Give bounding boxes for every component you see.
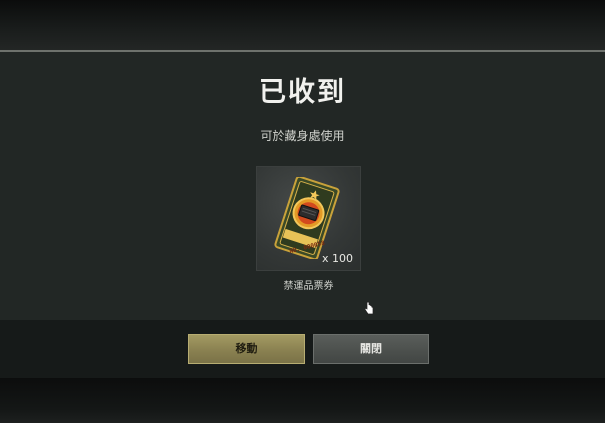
dialog-subtitle: 可於藏身處使用 <box>260 129 345 143</box>
game-screen: 已收到 可於藏身處使用 NO. 000058 x 100 禁運品票券 移動 關閉 <box>0 0 605 423</box>
contraband-ticket-icon: NO. 000058 <box>274 177 340 259</box>
reward-item-tile[interactable]: NO. 000058 x 100 <box>256 166 361 271</box>
hand-cursor-icon <box>364 301 374 315</box>
background-bottom <box>0 378 605 423</box>
dialog-title: 已收到 <box>259 77 346 108</box>
item-quantity: x 100 <box>321 252 353 265</box>
move-button[interactable]: 移動 <box>188 334 305 364</box>
close-button[interactable]: 關閉 <box>313 334 429 364</box>
background-top <box>0 0 605 50</box>
item-name: 禁運品票券 <box>283 281 334 292</box>
reward-dialog: 已收到 可於藏身處使用 NO. 000058 x 100 禁運品票券 移動 關閉 <box>0 50 605 378</box>
